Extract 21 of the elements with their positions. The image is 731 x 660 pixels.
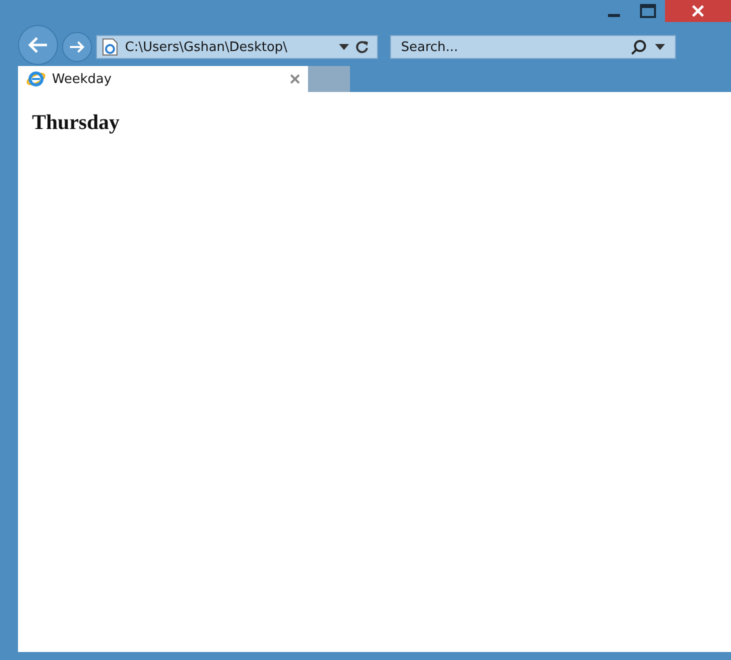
forward-arrow-icon bbox=[69, 40, 85, 54]
forward-button[interactable] bbox=[62, 32, 92, 62]
dropdown-icon bbox=[339, 44, 349, 50]
maximize-icon bbox=[640, 4, 656, 18]
minimize-icon bbox=[608, 14, 620, 16]
dropdown-icon bbox=[655, 44, 665, 50]
back-button[interactable] bbox=[18, 25, 58, 65]
search-bar[interactable]: Search... bbox=[390, 35, 676, 59]
close-icon bbox=[692, 5, 704, 17]
close-button[interactable] bbox=[665, 0, 731, 22]
page-heading: Thursday bbox=[32, 110, 121, 135]
address-bar[interactable]: C:\Users\Gshan\Desktop\ bbox=[96, 35, 378, 59]
search-field[interactable]: Search... bbox=[401, 40, 623, 54]
search-icon bbox=[631, 39, 647, 55]
refresh-icon bbox=[355, 40, 369, 54]
back-arrow-icon bbox=[27, 36, 49, 54]
browser-logo-icon bbox=[26, 69, 46, 89]
browser-tab[interactable]: Weekday bbox=[18, 66, 308, 92]
address-field[interactable]: C:\Users\Gshan\Desktop\ bbox=[125, 40, 333, 54]
page-icon bbox=[101, 38, 119, 56]
close-tab-icon[interactable] bbox=[290, 74, 300, 84]
